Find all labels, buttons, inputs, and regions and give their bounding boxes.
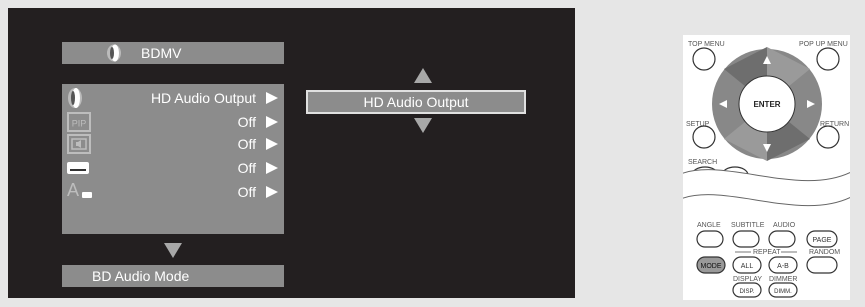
top-menu-label: TOP MENU (688, 41, 725, 48)
subtitle-style-icon: A (67, 180, 79, 200)
repeat-label: REPEAT (753, 249, 781, 256)
setup-label: SETUP (686, 121, 710, 128)
subtitle-style-letter: A (67, 180, 80, 200)
random-label: RANDOM (809, 249, 840, 256)
enter-label: ENTER (753, 100, 780, 109)
dimmer-label: DIMMER (769, 276, 797, 283)
settings-panel: HD Audio Output PIP Off Off Off A Off (62, 84, 284, 234)
page-label: PAGE (813, 237, 832, 244)
angle-button[interactable] (696, 230, 724, 248)
dimm-label: DIMM. (774, 289, 792, 295)
menu-row-hd-audio-output[interactable]: HD Audio Output (62, 86, 284, 110)
random-button[interactable] (806, 256, 838, 274)
return-label: RETURN (820, 121, 849, 128)
return-button[interactable] (816, 125, 840, 149)
menu-row-value: HD Audio Output (150, 90, 256, 106)
right-arrow-icon (266, 162, 278, 174)
tv-screen: BDMV HD Audio Output PIP Off Off Off A O… (8, 8, 575, 298)
down-arrow-icon[interactable] (414, 118, 432, 133)
menu-row-value: Off (237, 184, 256, 200)
bottom-bar: BD Audio Mode (62, 265, 284, 287)
right-arrow-icon (266, 138, 278, 150)
audio-button[interactable] (768, 230, 796, 248)
subtitle-label: SUBTITLE (731, 222, 765, 229)
disp-label: DISP. (740, 289, 755, 295)
subtitle-style-bar-icon (82, 192, 92, 198)
secondary-audio-icon (67, 134, 91, 154)
speaker-icon (68, 88, 82, 108)
remote-control: TOP MENU POP UP MENU ENTER SETUP RETURN … (683, 35, 850, 300)
subtitle-button[interactable] (732, 230, 760, 248)
top-menu-bar: BDMV (62, 42, 284, 64)
menu-row-pip[interactable]: PIP Off (62, 110, 284, 134)
menu-row-value: Off (237, 114, 256, 130)
right-arrow-icon (266, 92, 278, 104)
all-label: ALL (741, 263, 754, 270)
display-label: DISPLAY (733, 276, 762, 283)
menu-row-subtitle[interactable]: Off (62, 156, 284, 180)
ab-label: A-B (777, 263, 789, 270)
menu-row-secondary-audio[interactable]: Off (62, 132, 284, 156)
subtitle-icon (67, 162, 89, 174)
audio-label: AUDIO (773, 222, 796, 229)
top-bar-label: BDMV (141, 45, 182, 61)
remote-illustration: TOP MENU POP UP MENU ENTER SETUP RETURN … (683, 35, 850, 300)
pip-icon-text: PIP (72, 119, 87, 129)
setup-button[interactable] (692, 125, 716, 149)
popup-menu-label: POP UP MENU (799, 41, 848, 48)
menu-row-value: Off (237, 136, 256, 152)
popup-menu-button[interactable] (816, 47, 840, 71)
mode-label: MODE (701, 263, 722, 270)
angle-label: ANGLE (697, 222, 721, 229)
menu-row-subtitle-style[interactable]: A Off (62, 180, 284, 204)
pip-icon: PIP (67, 112, 91, 132)
selected-option-box[interactable]: HD Audio Output (306, 90, 526, 114)
down-arrow-icon (164, 243, 182, 258)
search-label: SEARCH (688, 159, 717, 166)
selected-option-label: HD Audio Output (363, 94, 469, 110)
menu-row-value: Off (237, 160, 256, 176)
up-arrow-icon[interactable] (414, 68, 432, 83)
right-arrow-icon (266, 186, 278, 198)
bottom-bar-label: BD Audio Mode (92, 268, 190, 284)
speaker-icon (107, 44, 121, 62)
top-menu-button[interactable] (692, 47, 716, 71)
right-arrow-icon (266, 116, 278, 128)
